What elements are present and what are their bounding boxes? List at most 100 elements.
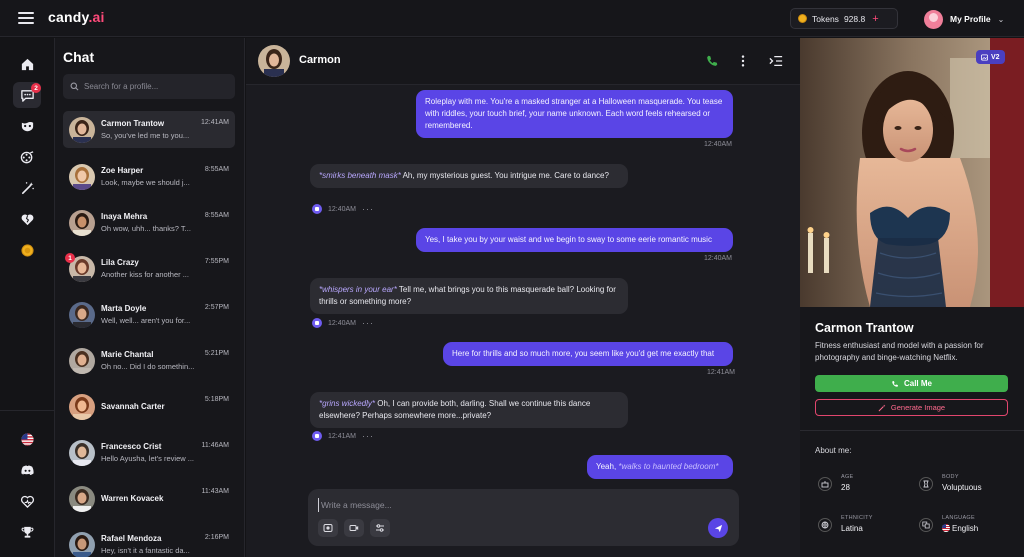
attribute-value: Latina	[841, 524, 863, 533]
attribute-age: AGE 28	[818, 474, 918, 498]
tokens-value: 928.8	[843, 13, 866, 24]
phone-icon[interactable]	[703, 52, 721, 70]
message-options-icon[interactable]: ···	[362, 431, 374, 441]
attribute-value: English	[952, 524, 979, 533]
conversation-item[interactable]: Rafael Mendoza Hey, isn't it a fantastic …	[63, 526, 235, 557]
conversation-item[interactable]: Zoe Harper Look, maybe we should j... 8:55…	[63, 158, 235, 195]
attribute-body: BODY Voluptuous	[919, 474, 1019, 498]
attribute-language: LANGUAGE English	[919, 515, 1019, 539]
message-meta: 12:41AM ···	[312, 431, 374, 441]
conversation-preview: Hello Ayusha, let's review ...	[101, 454, 195, 463]
conversation-item[interactable]: 1 Lila Crazy Another kiss for another ... 7…	[63, 250, 235, 287]
my-profile-button[interactable]: My Profile ⌄	[924, 9, 1004, 29]
conversation-item[interactable]: Marta Doyle Well, well... aren't you for.…	[63, 296, 235, 333]
conversation-preview: Oh no... Did I do somethin...	[101, 362, 195, 371]
search-box[interactable]	[63, 74, 235, 99]
message-time: 12:41AM	[707, 369, 736, 376]
message-options-icon[interactable]: ···	[362, 204, 374, 214]
attribute-key: LANGUAGE	[942, 515, 975, 521]
image-icon	[981, 53, 988, 61]
conversation-name: Carmon Trantow	[101, 119, 165, 128]
play-audio-icon[interactable]	[312, 431, 322, 441]
profile-label: My Profile	[950, 14, 991, 24]
conversation-item[interactable]: Carmon Trantow So, you've led me to you..…	[63, 111, 235, 148]
user-message: Yes, I take you by your waist and we beg…	[416, 228, 733, 252]
discord-icon[interactable]	[13, 457, 41, 483]
logo[interactable]: candy.ai	[48, 9, 105, 25]
profile-photo[interactable]: V2	[800, 38, 1024, 307]
mask-icon[interactable]	[13, 113, 41, 139]
version-badge: V2	[976, 50, 1005, 64]
language-flag-icon[interactable]	[13, 426, 41, 452]
attribute-key: ETHNICITY	[841, 515, 873, 521]
divider	[800, 430, 1024, 431]
about-me-heading: About me:	[815, 446, 852, 455]
avatar	[69, 486, 95, 512]
attribute-value-language: English	[942, 524, 978, 533]
generate-image-label: Generate Image	[890, 403, 946, 412]
toggle-panel-icon[interactable]	[767, 52, 785, 70]
conversation-name: Warren Kovacek	[101, 494, 164, 503]
chat-list-title: Chat	[63, 49, 95, 65]
generate-image-button[interactable]: Generate Image	[815, 399, 1008, 416]
body-icon	[919, 477, 933, 491]
more-options-icon[interactable]	[734, 52, 752, 70]
conversation-preview: Another kiss for another ...	[101, 270, 189, 279]
conversation-item[interactable]: Warren Kovacek 11:43AM	[63, 480, 235, 517]
conversation-item[interactable]: Francesco Crist Hello Ayusha, let's revie…	[63, 434, 235, 471]
film-reel-icon[interactable]	[13, 144, 41, 170]
conversation-preview: Well, well... aren't you for...	[101, 316, 191, 325]
magic-wand-icon[interactable]	[13, 175, 41, 201]
send-button[interactable]	[708, 518, 728, 538]
play-audio-icon[interactable]	[312, 204, 322, 214]
home-icon[interactable]	[13, 51, 41, 77]
send-icon	[714, 524, 722, 532]
conversation-time: 7:55PM	[204, 258, 229, 265]
message-text: Yeah,	[596, 462, 619, 471]
chat-icon[interactable]: 2	[13, 82, 41, 108]
conversation-item[interactable]: Inaya Mehra Oh wow, uhh... thanks? T... 8:…	[63, 204, 235, 241]
top-bar: candy.ai Tokens 928.8 + My Profile ⌄	[0, 0, 1024, 37]
coin-icon	[798, 14, 807, 23]
profile-name: Carmon Trantow	[815, 321, 914, 335]
avatar	[69, 440, 95, 466]
support-icon[interactable]	[13, 488, 41, 514]
call-me-button[interactable]: Call Me	[815, 375, 1008, 392]
settings-sliders-icon[interactable]	[370, 519, 390, 537]
chat-window: Carmon Roleplay with me. You're a masked…	[246, 38, 800, 557]
chat-header-name: Carmon	[299, 54, 341, 66]
search-input[interactable]	[84, 82, 234, 91]
message-input[interactable]	[318, 498, 718, 512]
conversation-item[interactable]: Savannah Carter 5:18PM	[63, 388, 235, 425]
add-tokens-icon[interactable]: +	[872, 13, 878, 25]
conversation-item[interactable]: Marie Chantal Oh no... Did I do somethin.…	[63, 342, 235, 379]
age-icon	[818, 477, 832, 491]
trophy-icon[interactable]	[13, 519, 41, 545]
bot-message: *smirks beneath mask* Ah, my mysterious …	[310, 164, 628, 188]
coin-rail-icon[interactable]	[13, 237, 41, 263]
chat-header-avatar[interactable]	[258, 45, 290, 77]
message-text: Yes, I take you by your waist and we beg…	[425, 235, 712, 244]
menu-icon[interactable]	[18, 12, 34, 24]
play-audio-icon[interactable]	[312, 318, 322, 328]
conversation-name: Rafael Mendoza	[101, 534, 162, 543]
conversation-time: 8:55AM	[204, 166, 229, 173]
avatar	[69, 117, 95, 143]
message-time: 12:40AM	[704, 255, 733, 262]
avatar	[69, 394, 95, 420]
message-text: Ah, my mysterious guest. You intrigue me…	[400, 171, 609, 180]
conversation-name: Savannah Carter	[101, 402, 165, 411]
rail-divider	[0, 410, 55, 411]
broken-heart-icon[interactable]	[13, 206, 41, 232]
image-request-icon[interactable]	[318, 519, 338, 537]
tokens-button[interactable]: Tokens 928.8 +	[790, 8, 898, 29]
user-message: Here for thrills and so much more, you s…	[443, 342, 733, 366]
chat-header: Carmon	[246, 38, 800, 85]
conversation-preview: Oh wow, uhh... thanks? T...	[101, 224, 191, 233]
phone-icon	[892, 380, 898, 387]
message-time: 12:40AM	[328, 205, 357, 213]
avatar	[69, 164, 95, 190]
conversation-preview: Hey, isn't it a fantastic da...	[101, 546, 190, 555]
message-options-icon[interactable]: ···	[362, 318, 374, 328]
video-request-icon[interactable]	[344, 519, 364, 537]
